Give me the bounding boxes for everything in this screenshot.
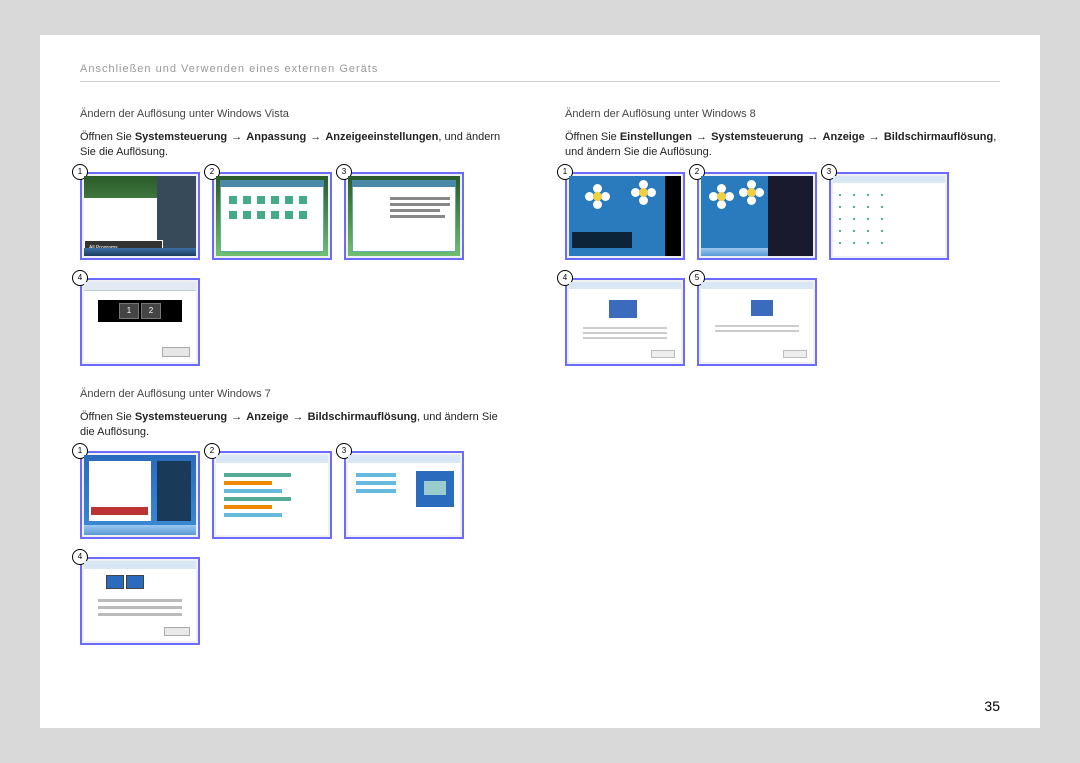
arrow-icon: → [292, 411, 305, 423]
monitor-1: 1 [119, 303, 139, 319]
arrow-icon: → [695, 131, 708, 143]
win8-thumbnails: 1 2 [565, 172, 1000, 366]
bold: Bildschirmauflösung [884, 131, 993, 143]
arrow-icon: → [868, 131, 881, 143]
arrow-icon: → [230, 411, 243, 423]
page-number: 35 [984, 698, 1000, 714]
left-column: Ändern der Auflösung unter Windows Vista… [80, 108, 515, 667]
manual-page: Anschließen und Verwenden eines externen… [40, 35, 1040, 728]
screenshot-vista-3: 3 [344, 172, 464, 260]
bold: Systemsteuerung [135, 131, 227, 143]
screenshot-win7-3: 3 [344, 451, 464, 539]
monitor-2: 2 [141, 303, 161, 319]
text: Öffnen Sie [80, 131, 135, 143]
bold: Bildschirmauflösung [308, 411, 417, 423]
screenshot-vista-1: 1 All Programs [80, 172, 200, 260]
bold: Einstellungen [620, 131, 692, 143]
text: Öffnen Sie [565, 131, 620, 143]
bold: Anzeige [823, 131, 865, 143]
screenshot-win8-5: 5 [697, 278, 817, 366]
arrow-icon: → [230, 131, 243, 143]
screenshot-win8-2: 2 [697, 172, 817, 260]
two-column-layout: Ändern der Auflösung unter Windows Vista… [80, 108, 1000, 667]
bold: Systemsteuerung [135, 411, 227, 423]
section-header: Anschließen und Verwenden eines externen… [80, 63, 1000, 82]
vista-thumbnails: 1 All Programs 2 3 [80, 172, 515, 366]
bold: Systemsteuerung [711, 131, 803, 143]
win7-thumbnails: 1 2 3 4 [80, 451, 515, 645]
screenshot-win8-4: 4 [565, 278, 685, 366]
screenshot-win8-1: 1 [565, 172, 685, 260]
arrow-icon: → [309, 131, 322, 143]
win8-instruction: Öffnen Sie Einstellungen → Systemsteueru… [565, 130, 1000, 160]
screenshot-vista-4: 4 1 2 [80, 278, 200, 366]
screenshot-vista-2: 2 [212, 172, 332, 260]
text: Öffnen Sie [80, 411, 135, 423]
arrow-icon: → [806, 131, 819, 143]
vista-instruction: Öffnen Sie Systemsteuerung → Anpassung →… [80, 130, 515, 160]
win7-instruction: Öffnen Sie Systemsteuerung → Anzeige → B… [80, 410, 515, 440]
vista-title: Ändern der Auflösung unter Windows Vista [80, 108, 515, 120]
right-column: Ändern der Auflösung unter Windows 8 Öff… [565, 108, 1000, 667]
bold: Anpassung [246, 131, 306, 143]
win7-title: Ändern der Auflösung unter Windows 7 [80, 388, 515, 400]
win8-title: Ändern der Auflösung unter Windows 8 [565, 108, 1000, 120]
screenshot-win7-4: 4 [80, 557, 200, 645]
screenshot-win8-3: 3 [829, 172, 949, 260]
screenshot-win7-2: 2 [212, 451, 332, 539]
screenshot-win7-1: 1 [80, 451, 200, 539]
bold: Anzeigeeinstellungen [325, 131, 438, 143]
bold: Anzeige [246, 411, 288, 423]
